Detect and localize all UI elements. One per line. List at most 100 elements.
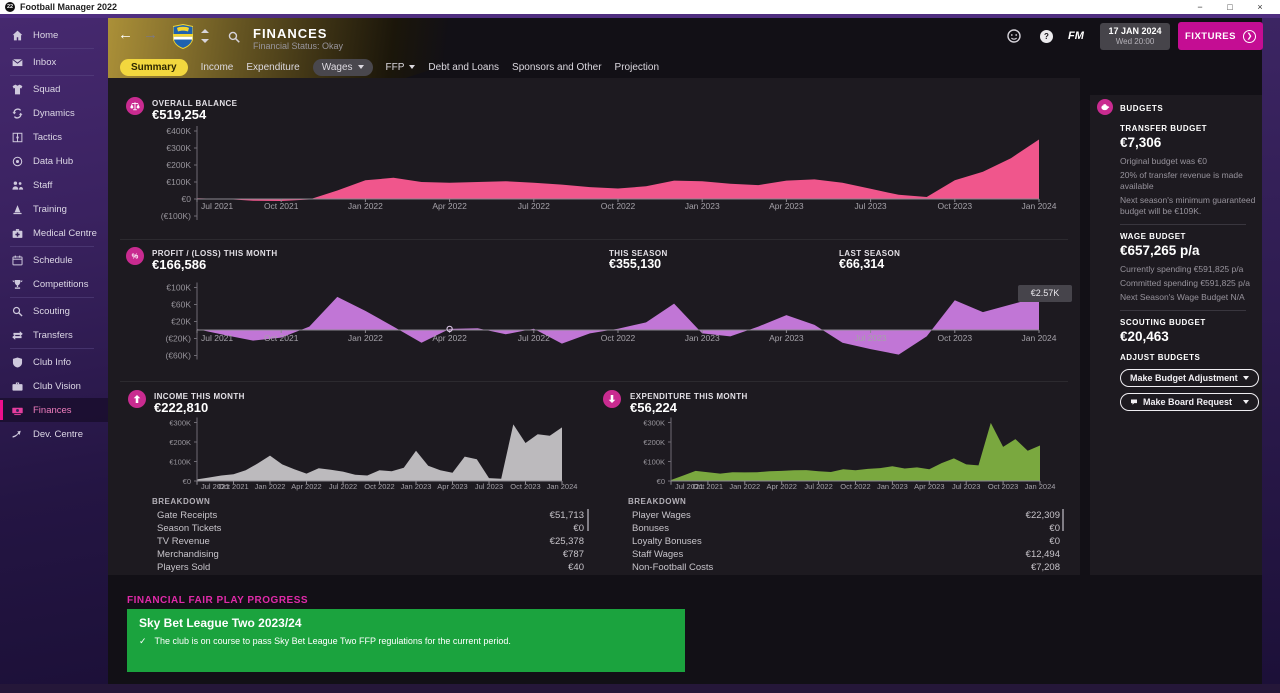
y-tick-label: €100K: [166, 283, 191, 293]
y-tick-label: €300K: [169, 419, 191, 428]
shield-icon: [11, 356, 24, 369]
sidebar-item-scouting[interactable]: Scouting: [0, 299, 108, 323]
sidebar-item-data-hub[interactable]: Data Hub: [0, 149, 108, 173]
club-switch-up-icon[interactable]: [201, 29, 209, 33]
y-tick-label: €400K: [166, 126, 191, 136]
row-value: €7,208: [1030, 562, 1060, 573]
y-tick-label: €200K: [169, 438, 191, 447]
budgets-panel: BUDGETS TRANSFER BUDGET €7,306 Original …: [1090, 95, 1262, 575]
row-label: Player Wages: [632, 510, 691, 521]
trophy-icon: [11, 278, 24, 291]
x-tick-label: Jan 2022: [729, 482, 760, 491]
chart-tooltip: €2.57K: [1018, 285, 1072, 302]
window-titlebar: 22 Football Manager 2022 − □ ×: [0, 0, 1280, 14]
divider: [10, 348, 94, 349]
search-icon[interactable]: [227, 30, 241, 44]
make-board-request-dropdown[interactable]: Make Board Request: [1120, 393, 1259, 411]
table-row[interactable]: Staff Wages €12,494: [632, 549, 1060, 561]
x-tick-label: Jan 2023: [685, 201, 720, 211]
scrollbar[interactable]: [1062, 509, 1064, 531]
sidebar-item-finances[interactable]: Finances: [0, 398, 108, 422]
transfer-note: Next season's minimum guaranteed budget …: [1120, 195, 1256, 216]
tab-expenditure[interactable]: Expenditure: [246, 59, 299, 76]
sidebar-item-medical-centre[interactable]: Medical Centre: [0, 221, 108, 245]
income-chart[interactable]: €300K€200K€100K€0Jul 2021Oct 2021 Jan 202…: [118, 412, 600, 496]
sidebar-item-dynamics[interactable]: Dynamics: [0, 101, 108, 125]
table-row[interactable]: Players Sold €40: [157, 562, 584, 574]
table-row[interactable]: Season Tickets €0: [157, 523, 584, 535]
x-tick-label: Jan 2024: [1022, 333, 1057, 343]
y-tick-label: €0: [183, 477, 191, 486]
divider: [120, 381, 1068, 382]
assistant-icon[interactable]: [1006, 28, 1022, 44]
right-edge: [1262, 18, 1280, 684]
fixtures-button[interactable]: FIXTURES ❯: [1178, 22, 1263, 50]
divider: [10, 75, 94, 76]
x-tick-label: Jul 2022: [804, 482, 832, 491]
sidebar-item-inbox[interactable]: Inbox: [0, 50, 108, 74]
expenditure-chart[interactable]: €300K€200K€100K€0Jul 2021Oct 2021 Jan 202…: [593, 412, 1075, 496]
table-row[interactable]: Player Wages €22,309: [632, 510, 1060, 522]
x-tick-label: Jan 2024: [1022, 201, 1057, 211]
table-row[interactable]: TV Revenue €25,378: [157, 536, 584, 548]
x-tick-label: Apr 2023: [437, 482, 467, 491]
income-icon: [128, 390, 146, 408]
chevron-down-icon: [1243, 376, 1249, 380]
overall-balance-chart[interactable]: €400K €300K €200K €100K €0 (€100K) Jul 2021 Oct…: [108, 118, 1080, 222]
sidebar-item-dev-centre[interactable]: Dev. Centre: [0, 422, 108, 446]
tab-income[interactable]: Income: [201, 59, 234, 76]
forward-button[interactable]: →: [143, 26, 158, 43]
table-row[interactable]: Loyalty Bonuses €0: [632, 536, 1060, 548]
dropdown-label: Make Board Request: [1143, 397, 1233, 407]
close-button[interactable]: ×: [1248, 0, 1272, 14]
make-budget-adjustment-dropdown[interactable]: Make Budget Adjustment: [1120, 369, 1259, 387]
x-tick-label: Oct 2021: [264, 201, 299, 211]
swap-arrows-icon: [11, 329, 24, 342]
sidebar-item-club-info[interactable]: Club Info: [0, 350, 108, 374]
back-button[interactable]: ←: [118, 26, 133, 43]
x-tick-label: Jul 2023: [475, 482, 503, 491]
income-breakdown-title: BREAKDOWN: [152, 497, 211, 506]
date-day: 17 JAN 2024: [1108, 26, 1162, 36]
sidebar-item-staff[interactable]: Staff: [0, 173, 108, 197]
scouting-budget-value: €20,463: [1120, 329, 1169, 344]
sidebar-item-tactics[interactable]: Tactics: [0, 125, 108, 149]
row-value: €787: [562, 549, 584, 560]
row-value: €12,494: [1025, 549, 1060, 560]
divider: [120, 239, 1068, 240]
tab-sponsors-and-other[interactable]: Sponsors and Other: [512, 59, 602, 76]
table-row[interactable]: Non-Football Costs €7,208: [632, 562, 1060, 574]
x-tick-label: Apr 2023: [769, 201, 804, 211]
maximize-button[interactable]: □: [1218, 0, 1242, 14]
dynamics-icon: [11, 107, 24, 120]
sidebar-item-home[interactable]: Home: [0, 23, 108, 47]
table-row[interactable]: Gate Receipts €51,713: [157, 510, 584, 522]
club-switch-down-icon[interactable]: [201, 39, 209, 43]
sidebar-item-training[interactable]: Training: [0, 197, 108, 221]
svg-text:%: %: [132, 252, 139, 261]
row-value: €40: [568, 562, 584, 573]
sidebar-item-competitions[interactable]: Competitions: [0, 272, 108, 296]
sidebar-item-schedule[interactable]: Schedule: [0, 248, 108, 272]
tab-wages[interactable]: Wages: [312, 58, 373, 76]
help-icon[interactable]: ?: [1040, 30, 1053, 43]
tab-ffp[interactable]: FFP: [386, 59, 416, 76]
tab-debt-and-loans[interactable]: Debt and Loans: [428, 59, 499, 76]
sidebar-item-squad[interactable]: Squad: [0, 77, 108, 101]
scrollbar[interactable]: [587, 509, 589, 531]
data-hub-icon: [11, 155, 24, 168]
wage-budget-value: €657,265 p/a: [1120, 243, 1200, 258]
table-row[interactable]: Merchandising €787: [157, 549, 584, 561]
tab-summary[interactable]: Summary: [120, 58, 188, 76]
sidebar-item-transfers[interactable]: Transfers: [0, 323, 108, 347]
profit-loss-chart[interactable]: €100K €60K €20K (€20K) (€60K) Jul 2021 Oct 202…: [108, 276, 1080, 368]
table-row[interactable]: Bonuses €0: [632, 523, 1060, 535]
minimize-button[interactable]: −: [1188, 0, 1212, 14]
club-badge[interactable]: [173, 24, 193, 49]
tab-projection[interactable]: Projection: [615, 59, 659, 76]
page-title: FINANCES: [253, 26, 328, 41]
x-tick-label: Oct 2022: [364, 482, 394, 491]
medical-case-icon: [11, 227, 24, 240]
y-tick-label: €200K: [643, 438, 665, 447]
sidebar-item-club-vision[interactable]: Club Vision: [0, 374, 108, 398]
